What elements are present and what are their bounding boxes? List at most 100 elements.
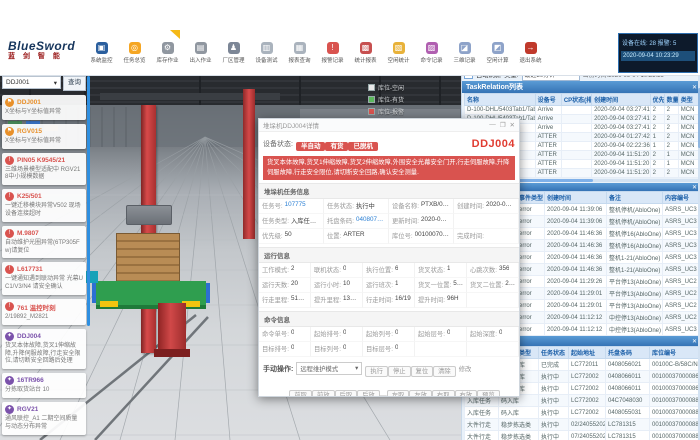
toolbar-item-command-record[interactable]: ▨命令记录 <box>416 42 447 64</box>
table-cell: ASRS_UC2 <box>663 300 700 312</box>
table-cell: 2 <box>650 160 664 169</box>
column-header[interactable]: 类型 <box>678 94 698 106</box>
alarm-card[interactable]: !761 温控时刻2/19892_M2821 <box>2 299 86 325</box>
pick-extra-button[interactable]: 预览 <box>477 390 500 398</box>
toolbar-item-task-overview[interactable]: ◎任务总览 <box>119 42 150 64</box>
manual-op-button[interactable]: 复位 <box>411 366 434 377</box>
field-value: 0 <box>291 329 295 338</box>
alarm-card[interactable]: !L617731一键通知遇到联动异常 光幕UC1/V3/N4 请安全确认 <box>2 262 86 295</box>
field-value: 501 <box>453 280 463 289</box>
panel-close-icon[interactable]: ✕ <box>692 184 697 191</box>
field-cell <box>467 342 519 357</box>
toolbar: ▣系统监控◎任务总览⚙库存作业▤出入作业♟厂区管理▥设备测试▦报表查询!报警记录… <box>86 42 546 64</box>
minimize-icon[interactable]: — <box>489 121 496 129</box>
column-header[interactable]: 事件类型 <box>517 192 545 204</box>
toolbar-item-factory-manage[interactable]: ♟厂区管理 <box>218 42 249 64</box>
column-header[interactable]: 内容编号 <box>663 192 700 204</box>
manual-mode-select[interactable]: 远程维护模式 ▾ <box>296 362 362 375</box>
alarm-card[interactable]: ⚑DDJ001X坐标与Y坐标值异常 <box>2 95 86 120</box>
toolbar-item-system-monitor[interactable]: ▣系统监控 <box>86 42 117 64</box>
modify-link[interactable]: 修改 <box>459 364 472 373</box>
field-value: 356 <box>499 265 510 274</box>
toolbar-item-label: 报表查询 <box>288 56 310 64</box>
field-label: 命令单号: <box>262 329 289 338</box>
panel-close-icon[interactable]: ✕ <box>692 338 697 345</box>
table-row[interactable]: 大件行走稳步拣选类执行中02/24055202LC781315001000370… <box>465 419 700 431</box>
alarm-card[interactable]: ⚑RGV015X坐标与Y坐标值异常 <box>2 124 86 149</box>
column-header[interactable]: 优先 <box>650 94 664 106</box>
alarm-card[interactable]: ✦DDJ004货叉本体故障,货叉1伸缩故障,升降伺服故障,行走安全限位,请切断安… <box>2 329 86 369</box>
pick-button[interactable]: 后取 <box>335 390 358 398</box>
table-cell: 2 <box>650 169 664 178</box>
sidebar-scrollbar[interactable] <box>87 76 90 326</box>
alarm-card[interactable]: ✦16TR966分拣取货站台 10 <box>2 373 86 398</box>
column-header[interactable]: 托盘条码 <box>606 347 650 359</box>
close-icon[interactable]: ✕ <box>510 121 515 129</box>
field-cell: 命令单号:0 <box>259 327 311 342</box>
table-cell: 0010003700008660 <box>650 383 700 395</box>
pick-button[interactable]: 左放 <box>409 390 432 398</box>
pick-button[interactable]: 后放 <box>357 390 380 398</box>
task-overview-icon: ◎ <box>129 42 141 54</box>
column-header[interactable]: CP状态(排序) <box>561 94 591 106</box>
column-header[interactable]: 任务状态 <box>539 347 569 359</box>
3d-record-icon: ◪ <box>459 42 471 54</box>
manual-op-button[interactable]: 执行 <box>365 366 388 377</box>
query-button[interactable]: 查询 <box>63 76 86 91</box>
alarm-card[interactable]: !PIN05 K9545/21三维场景模型适配中 RGV218中小规模数据 <box>2 153 86 186</box>
toolbar-item-label: 退出系统 <box>519 56 541 64</box>
maximize-icon[interactable]: ❐ <box>500 121 506 129</box>
table-row[interactable]: 大件行走稳步拣选类执行中07/24055202LC781315001000370… <box>465 431 700 440</box>
column-header[interactable]: 数量 <box>664 94 678 106</box>
field-cell: 位置:ARTER <box>324 229 389 244</box>
toolbar-item-device-test[interactable]: ▥设备测试 <box>251 42 282 64</box>
field-link[interactable]: 107775 <box>285 201 306 210</box>
table-cell: 04C7048030 <box>606 395 650 407</box>
toolbar-item-3d-record[interactable]: ◪ 三维记录 <box>449 42 480 64</box>
column-header[interactable]: 名称 <box>465 94 536 106</box>
manual-op-button[interactable]: 清除 <box>433 366 456 377</box>
toolbar-item-inout-job[interactable]: ▤出入作业 <box>185 42 216 64</box>
column-header[interactable]: 备注 <box>607 192 663 204</box>
toolbar-item-exit-system[interactable]: →退出系统 <box>515 42 546 64</box>
pick-button[interactable]: 右取 <box>432 390 455 398</box>
toolbar-item-idle-stat[interactable]: ▧空闲统计 <box>383 42 414 64</box>
toolbar-item-idle-calc[interactable]: ◩空闲计算 <box>482 42 513 64</box>
pick-button[interactable]: 右放 <box>455 390 478 398</box>
field-value: 入库任务（码入库） <box>291 216 320 225</box>
alarm-card[interactable]: !M.9807自动维护光圈异常(6TP305Fw)请复位 <box>2 226 86 259</box>
table-cell: 稳步拣选类 <box>499 431 539 440</box>
alarm-card[interactable]: ✦RGV21通风联控_A1 二期空间质量与动态分布异常 <box>2 402 86 435</box>
table-cell: Arrive <box>535 106 561 115</box>
field-cell: 货叉二位置:271 <box>467 278 519 293</box>
field-cell: 目标排号:0 <box>259 342 311 357</box>
table-row[interactable]: D-100-DHL/5403Tab1/TabLP633Arrive2020-09… <box>465 106 699 115</box>
toolbar-item-report-query[interactable]: ▦报表查询 <box>284 42 315 64</box>
column-header[interactable]: 起始地址 <box>569 347 606 359</box>
column-header[interactable]: 创建时间 <box>545 192 607 204</box>
panel-close-icon[interactable]: ✕ <box>692 84 697 91</box>
field-link[interactable]: 0408076001-0408066011 <box>356 216 385 225</box>
column-header[interactable]: 创建时间 <box>592 94 651 106</box>
field-row: 任务类型:入库任务（码入库）托盘条码:0408076001-0408066011… <box>259 214 519 229</box>
table-cell: 2020-09-04 11:51:20 <box>592 151 651 160</box>
table-cell: ATTER <box>535 169 561 178</box>
manual-op-button[interactable]: 停止 <box>388 366 411 377</box>
section-header: 堆垛机任务信息 <box>259 183 519 199</box>
toolbar-item-label: 三维记录 <box>453 56 475 64</box>
table-row[interactable]: 入库任务码入库执行中LC7720020408055031001000370000… <box>465 407 700 419</box>
field-cell: 起始深度:0 <box>467 327 519 342</box>
pick-button[interactable]: 前放 <box>312 390 335 398</box>
table-cell: ATTER <box>535 151 561 160</box>
pick-button[interactable]: 左取 <box>387 390 410 398</box>
toolbar-item-alarm-record[interactable]: !报警记录 <box>317 42 348 64</box>
column-header[interactable]: 库位编号 <box>650 347 700 359</box>
table-cell: MCN <box>678 142 698 151</box>
table-cell <box>561 124 591 133</box>
pick-button[interactable]: 前取 <box>289 390 312 398</box>
column-header[interactable]: 设备号 <box>535 94 561 106</box>
alarm-card[interactable]: !K25/501一键迁移模块异常V502 现场设备连接超时 <box>2 189 86 222</box>
toolbar-item-inventory-job[interactable]: ⚙库存作业 <box>152 42 183 64</box>
device-select[interactable]: DDJ001 ▾ <box>2 76 61 89</box>
toolbar-item-stat-report[interactable]: ▩统计报表 <box>350 42 381 64</box>
